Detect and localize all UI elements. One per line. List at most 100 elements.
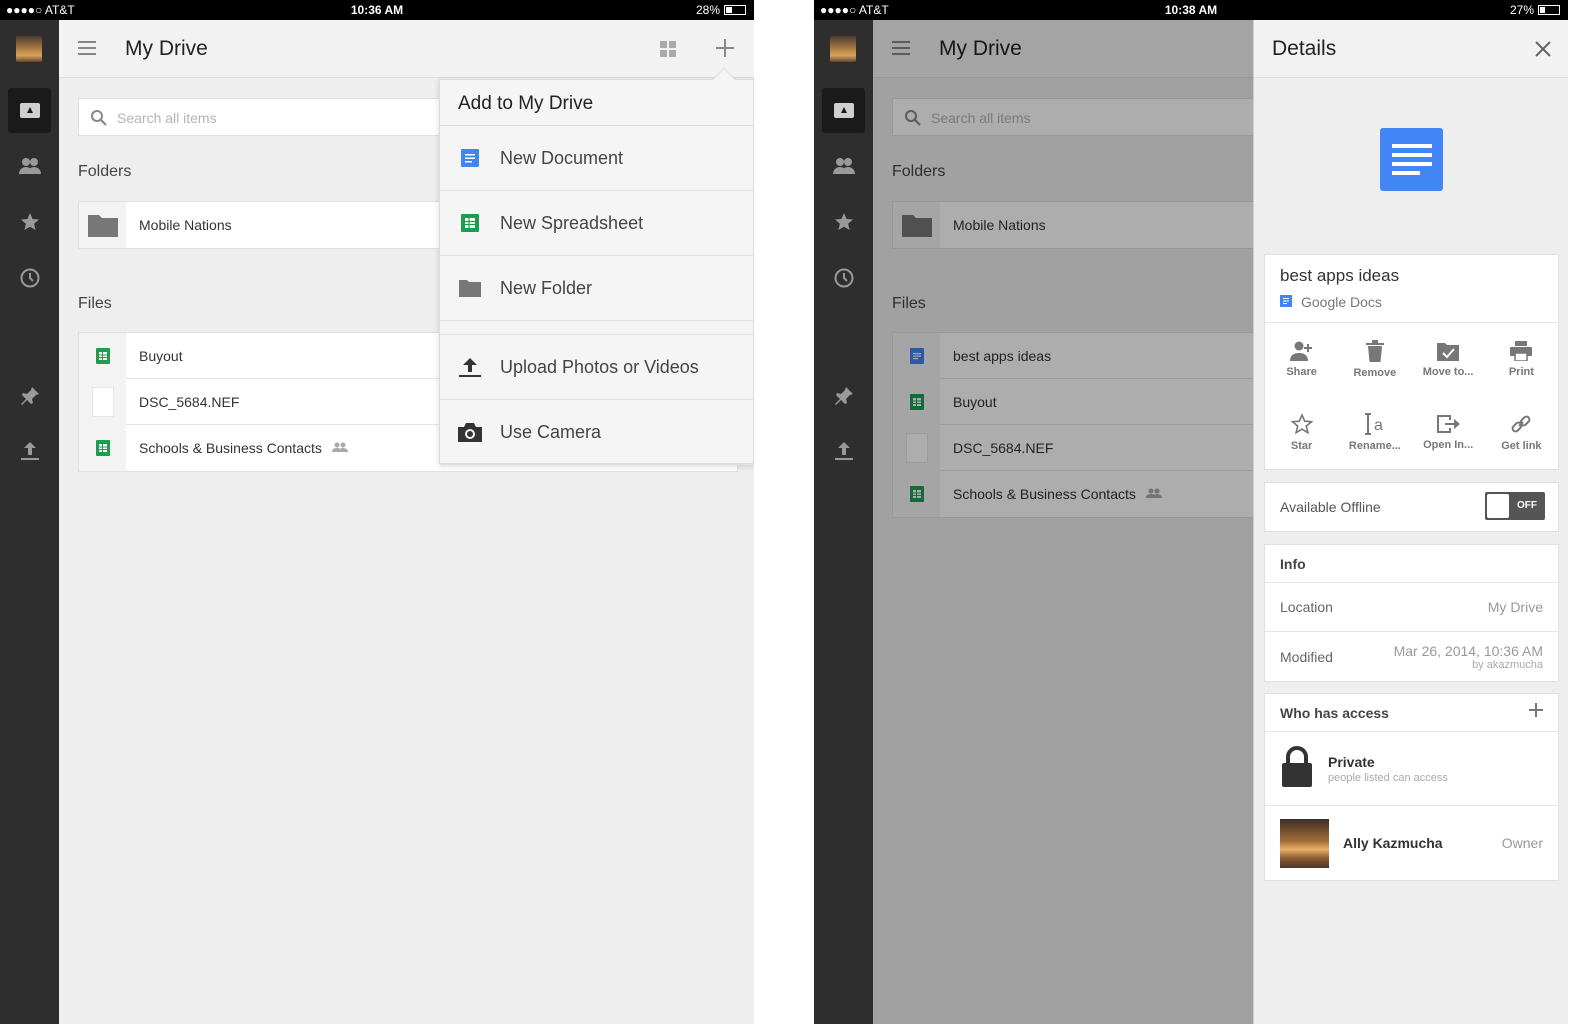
link-icon: [1511, 415, 1531, 433]
app-bar: My Drive: [59, 20, 754, 78]
status-bar: ●●●●○ AT&T 10:38 AM 27%: [814, 0, 1568, 20]
add-person-icon: [1289, 341, 1312, 361]
access-heading: Who has access: [1280, 704, 1389, 721]
upload-nav-icon[interactable]: [0, 441, 59, 461]
move-folder-icon: [1437, 343, 1460, 361]
use-camera-item[interactable]: Use Camera: [440, 400, 753, 465]
remove-button[interactable]: Remove: [1338, 323, 1411, 396]
left-screen: ●●●●○ AT&T 10:36 AM 28% My Drive Search …: [0, 0, 754, 1024]
owner-row[interactable]: Ally Kazmucha Owner: [1265, 806, 1558, 880]
open-in-button[interactable]: Open In...: [1412, 396, 1485, 469]
spreadsheet-icon: [440, 213, 500, 233]
private-title: Private: [1328, 753, 1375, 770]
add-icon[interactable]: [715, 38, 735, 63]
nav-rail: [814, 20, 873, 1024]
private-row: Private people listed can access: [1265, 732, 1558, 806]
svg-text:a: a: [1374, 417, 1383, 434]
clock: 10:38 AM: [1164, 3, 1218, 17]
rename-icon: a: [1364, 413, 1383, 435]
document-icon: [440, 148, 500, 168]
star-button[interactable]: Star: [1265, 396, 1338, 469]
spreadsheet-icon: [95, 440, 110, 456]
action-grid: Share Remove Move to... Print Star a Ren…: [1265, 322, 1558, 469]
owner-name: Ally Kazmucha: [1343, 835, 1443, 851]
new-spreadsheet-item[interactable]: New Spreadsheet: [440, 191, 753, 256]
share-button[interactable]: Share: [1265, 323, 1338, 396]
pin-icon[interactable]: [814, 386, 873, 406]
lock-icon: [1280, 745, 1314, 792]
modal-overlay[interactable]: [873, 20, 1253, 1024]
camera-icon: [440, 422, 500, 442]
toggle-state: OFF: [1517, 500, 1537, 511]
starred-icon[interactable]: [814, 212, 873, 232]
battery-icon: [1538, 5, 1560, 15]
upload-icon: [440, 356, 500, 378]
menu-icon[interactable]: [78, 41, 96, 60]
right-screen: ●●●●○ AT&T 10:38 AM 27% My Drive Search …: [814, 0, 1568, 1024]
star-icon: [1290, 413, 1313, 435]
offline-card: Available Offline OFF: [1264, 482, 1559, 532]
recent-icon[interactable]: [814, 268, 873, 288]
offline-label: Available Offline: [1280, 499, 1381, 515]
menu-item-label: Use Camera: [500, 421, 602, 442]
offline-toggle[interactable]: OFF: [1485, 492, 1545, 520]
add-people-icon[interactable]: [1528, 702, 1544, 721]
new-folder-item[interactable]: New Folder: [440, 256, 753, 321]
avatar[interactable]: [16, 36, 42, 62]
upload-nav-icon[interactable]: [814, 441, 873, 461]
location-label: Location: [1280, 599, 1333, 615]
file-type: Google Docs: [1301, 294, 1382, 310]
search-icon: [91, 110, 107, 131]
print-button[interactable]: Print: [1485, 323, 1558, 396]
folder-icon: [87, 215, 118, 237]
new-document-item[interactable]: New Document: [440, 126, 753, 191]
menu-item-label: New Folder: [500, 277, 593, 298]
modified-value: Mar 26, 2014, 10:36 AM: [1393, 642, 1543, 659]
shared-with-me-icon[interactable]: [0, 157, 59, 175]
status-bar: ●●●●○ AT&T 10:36 AM 28%: [0, 0, 754, 20]
file-name: Schools & Business Contacts: [139, 440, 322, 456]
my-drive-icon[interactable]: [0, 100, 59, 120]
menu-item-label: Upload Photos or Videos: [500, 356, 699, 377]
info-heading: Info: [1265, 545, 1558, 583]
starred-icon[interactable]: [0, 212, 59, 232]
page-title: My Drive: [125, 37, 208, 60]
rename-button[interactable]: a Rename...: [1338, 396, 1411, 469]
folder-icon: [440, 279, 500, 297]
close-icon[interactable]: [1535, 41, 1551, 62]
location-value: My Drive: [1487, 599, 1543, 615]
avatar[interactable]: [830, 36, 856, 62]
details-title: Details: [1272, 37, 1337, 60]
file-title: best apps ideas: [1280, 266, 1400, 285]
shared-with-me-icon[interactable]: [814, 157, 873, 175]
folders-heading: Folders: [78, 163, 132, 180]
my-drive-icon[interactable]: [814, 100, 873, 120]
owner-avatar: [1280, 818, 1329, 868]
private-subtitle: people listed can access: [1328, 771, 1448, 784]
trash-icon: [1365, 340, 1384, 362]
document-preview-icon: [1380, 128, 1443, 191]
file-name: DSC_5684.NEF: [139, 393, 240, 410]
pin-icon[interactable]: [0, 386, 59, 406]
info-card: Info Location My Drive Modified Mar 26, …: [1264, 544, 1559, 682]
google-docs-icon: [1280, 294, 1292, 310]
get-link-button[interactable]: Get link: [1485, 396, 1558, 469]
upload-item[interactable]: Upload Photos or Videos: [440, 335, 753, 400]
move-to-button[interactable]: Move to...: [1412, 323, 1485, 396]
access-card: Who has access Private people listed can…: [1264, 693, 1559, 881]
open-in-icon: [1437, 415, 1461, 433]
grid-view-icon[interactable]: [660, 41, 676, 62]
add-menu-title: Add to My Drive: [440, 80, 753, 126]
details-panel: Details best apps ideas Google Docs Shar…: [1253, 20, 1568, 1024]
image-file-icon: [91, 386, 114, 417]
spreadsheet-icon: [95, 347, 110, 364]
files-heading: Files: [78, 295, 112, 312]
battery-percent: 27%: [1509, 3, 1534, 17]
recent-icon[interactable]: [0, 268, 59, 288]
nav-rail: [0, 20, 59, 1024]
menu-item-label: New Document: [500, 147, 624, 168]
location-row: Location My Drive: [1265, 583, 1558, 632]
file-summary-card: best apps ideas Google Docs Share Remove…: [1264, 254, 1559, 470]
add-menu: Add to My Drive New Document New Spreads…: [439, 67, 754, 465]
battery-icon: [724, 5, 746, 15]
